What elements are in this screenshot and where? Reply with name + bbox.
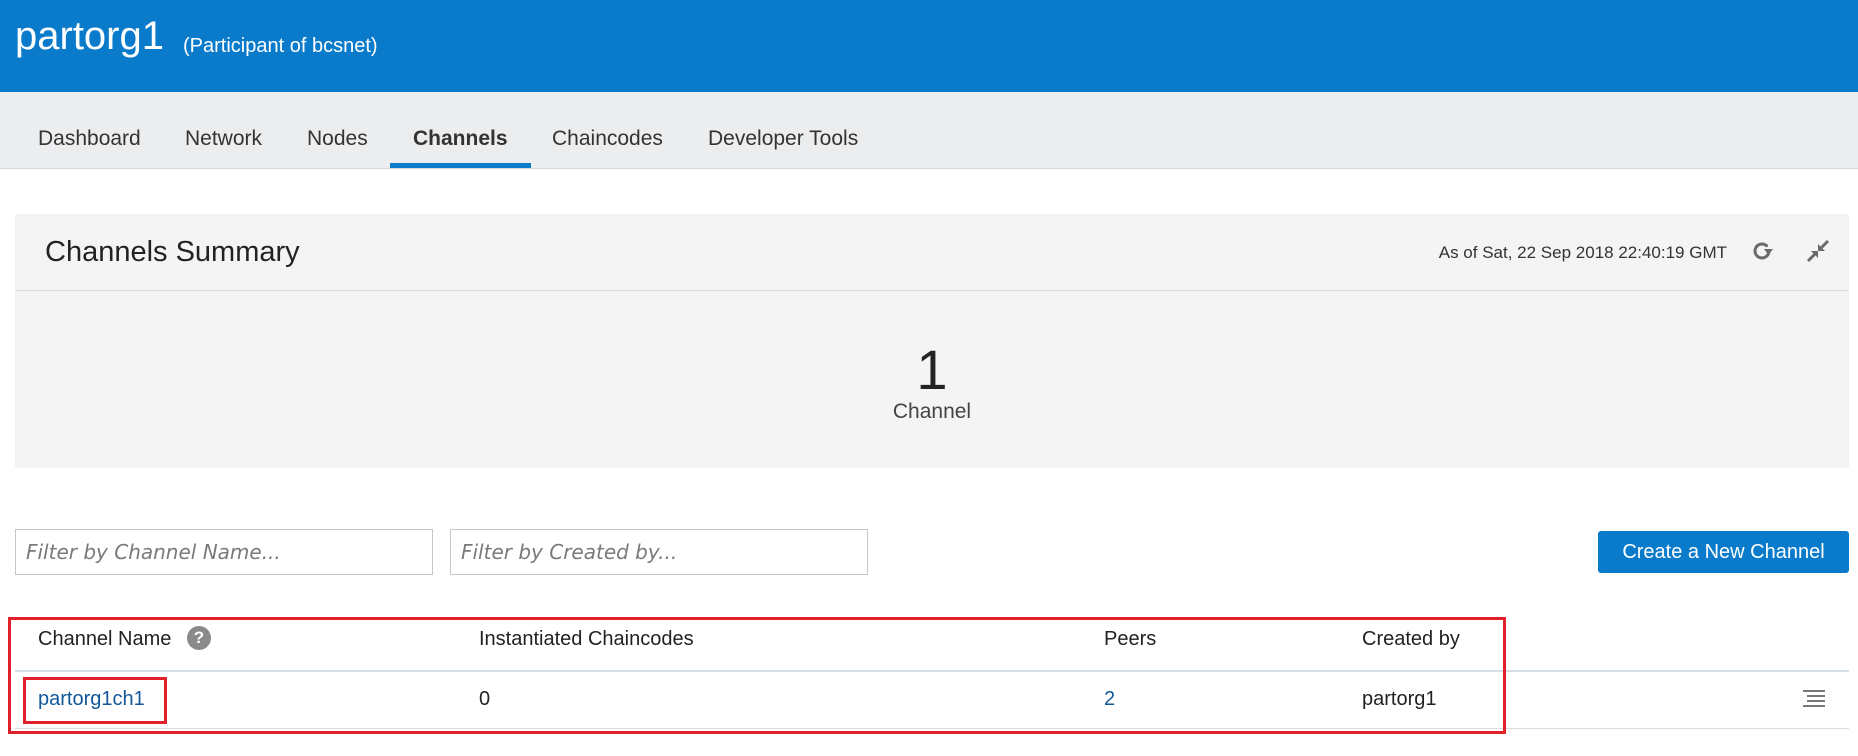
channel-name-highlight-box bbox=[23, 677, 167, 724]
org-subtitle: (Participant of bcsnet) bbox=[183, 35, 378, 57]
summary-panel-header: Channels Summary As of Sat, 22 Sep 2018 … bbox=[15, 214, 1849, 291]
tab-dashboard[interactable]: Dashboard bbox=[15, 92, 164, 168]
channel-name-filter-input[interactable] bbox=[15, 529, 433, 575]
summary-title: Channels Summary bbox=[45, 236, 300, 268]
tab-nodes[interactable]: Nodes bbox=[284, 92, 391, 168]
nav-tabs: Dashboard Network Nodes Channels Chainco… bbox=[0, 92, 1858, 169]
create-channel-button[interactable]: Create a New Channel bbox=[1598, 531, 1849, 573]
tab-developer-tools[interactable]: Developer Tools bbox=[685, 92, 881, 168]
tab-channels[interactable]: Channels bbox=[390, 92, 531, 168]
row-menu-icon[interactable] bbox=[1802, 687, 1826, 711]
summary-panel-body: 1 Channel bbox=[15, 291, 1849, 468]
channel-count: 1 bbox=[916, 338, 948, 401]
top-header: partorg1 (Participant of bcsnet) bbox=[0, 0, 1858, 92]
channel-count-label: Channel bbox=[892, 400, 972, 423]
tab-network[interactable]: Network bbox=[162, 92, 285, 168]
as-of-timestamp: As of Sat, 22 Sep 2018 22:40:19 GMT bbox=[1438, 243, 1727, 262]
refresh-icon[interactable] bbox=[1747, 236, 1777, 266]
org-title: partorg1 bbox=[15, 14, 164, 58]
collapse-icon[interactable] bbox=[1803, 236, 1833, 266]
created-by-filter-input[interactable] bbox=[450, 529, 868, 575]
tab-chaincodes[interactable]: Chaincodes bbox=[529, 92, 686, 168]
table-highlight-box bbox=[8, 617, 1506, 734]
